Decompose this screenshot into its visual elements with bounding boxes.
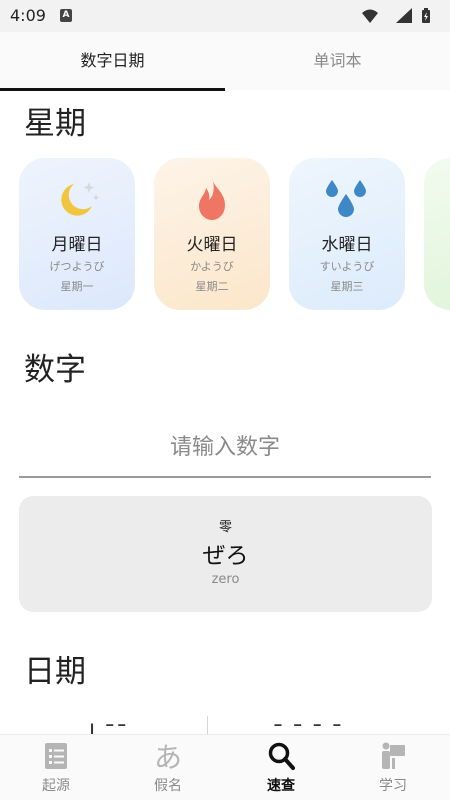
result-romaji: zero (211, 572, 240, 587)
result-kanji: 零 (218, 520, 232, 535)
status-time: 4:09 (10, 6, 46, 25)
svg-text:あ: あ (154, 741, 182, 771)
moon-stars-icon (61, 182, 100, 216)
weekday-name: 水曜日 (321, 235, 373, 255)
weekday-section-title: 星期 (24, 106, 86, 142)
active-tab-indicator (0, 88, 225, 91)
list-doc-icon (45, 743, 67, 769)
top-tab-bar: 数字日期 单词本 (0, 32, 450, 90)
weekday-chinese: 星期一 (60, 280, 94, 293)
nav-study[interactable]: 学习 (337, 735, 449, 800)
nav-label: 假名 (154, 778, 182, 794)
weekday-card-wednesday[interactable]: 水曜日 すいようび 星期三 (289, 158, 405, 310)
weekday-chinese: 星期三 (330, 280, 364, 293)
weekday-card-tuesday[interactable]: 火曜日 かようび 星期二 (154, 158, 270, 310)
weekday-card-monday[interactable]: 月曜日 げつようび 星期一 (19, 158, 135, 310)
nav-label: 学习 (379, 778, 407, 794)
water-drops-icon (326, 180, 366, 217)
search-icon (268, 742, 295, 770)
number-section-title: 数字 (24, 352, 86, 388)
result-kana: ぜろ (202, 543, 249, 569)
battery-icon (422, 8, 430, 23)
weekday-kana: かようび (190, 260, 234, 273)
date-section-title: 日期 (24, 654, 86, 690)
signal-icon (396, 8, 412, 23)
tab-wordbook[interactable]: 单词本 (225, 32, 450, 90)
date-picker-row[interactable]: | ˉˉ ˉ ˉ ˉ ˉ (0, 712, 450, 736)
weekday-kana: すいようび (319, 260, 375, 273)
study-desk-icon (382, 742, 405, 769)
weekday-name: 火曜日 (186, 235, 238, 255)
wifi-icon (362, 9, 378, 23)
nav-label: 起源 (42, 778, 70, 794)
notification-a-icon: A (60, 9, 72, 22)
nav-kana[interactable]: あ 假名 (112, 735, 224, 800)
weekday-card-thursday-partial[interactable] (424, 158, 450, 310)
weekday-name: 月曜日 (51, 235, 103, 255)
bottom-navigation: 起源 あ 假名 速查 学习 (0, 734, 450, 800)
status-bar: 4:09 A (0, 0, 450, 32)
status-icons (362, 8, 430, 23)
number-result-card: 零 ぜろ zero (19, 496, 432, 612)
hiragana-a-icon: あ (154, 741, 182, 771)
nav-label: 速查 (267, 778, 295, 794)
nav-quick-lookup[interactable]: 速查 (225, 735, 337, 800)
fire-icon (199, 178, 225, 220)
nav-origin[interactable]: 起源 (0, 735, 112, 800)
weekday-kana: げつようび (49, 260, 105, 273)
number-input[interactable] (19, 418, 431, 478)
date-divider (207, 716, 208, 736)
tab-number-date[interactable]: 数字日期 (0, 32, 225, 90)
weekday-chinese: 星期二 (195, 280, 229, 293)
